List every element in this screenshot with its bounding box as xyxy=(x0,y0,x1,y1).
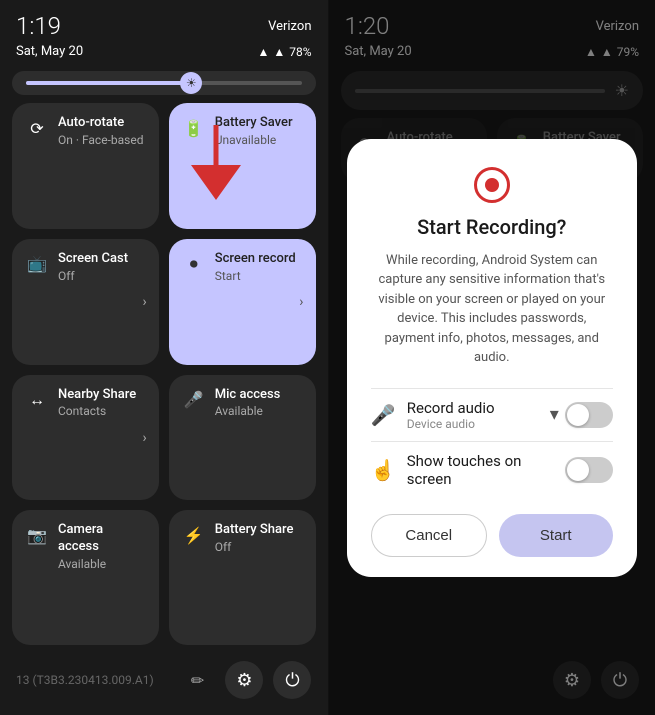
left-bottom-bar: 13 (T3B3.230413.009.A1) ✏ ⚙ ⏻ xyxy=(0,653,328,715)
screen-record-sub: Start xyxy=(215,269,302,283)
record-audio-text: Record audio Device audio xyxy=(407,399,550,431)
screen-record-chevron: › xyxy=(299,294,303,310)
battery-text: 78% xyxy=(289,45,311,59)
screen-cast-chevron: › xyxy=(143,294,147,310)
record-audio-option[interactable]: 🎤 Record audio Device audio ▾ xyxy=(371,388,613,441)
settings-button[interactable]: ⚙ xyxy=(225,661,263,699)
left-status-bar: 1:19 Verizon xyxy=(0,0,328,44)
nearby-share-icon: ↔ xyxy=(26,389,48,411)
build-info: 13 (T3B3.230413.009.A1) xyxy=(16,673,154,687)
battery-saver-title: Battery Saver xyxy=(215,115,302,132)
nearby-share-title: Nearby Share xyxy=(58,387,145,404)
signal-icon: ▲ xyxy=(273,45,285,59)
mic-access-title: Mic access xyxy=(215,387,302,404)
tile-battery-saver-text: Battery Saver Unavailable xyxy=(215,115,302,147)
show-touches-title: Show touches on screen xyxy=(407,452,565,488)
record-audio-sub: Device audio xyxy=(407,417,550,431)
record-audio-dropdown[interactable]: ▾ xyxy=(550,404,559,425)
battery-saver-icon: 🔋 xyxy=(183,117,205,139)
tile-camera-access-text: Camera access Available xyxy=(58,522,145,571)
tile-camera-access[interactable]: 📷 Camera access Available xyxy=(12,510,159,645)
camera-access-icon: 📷 xyxy=(26,524,48,546)
tile-screen-cast[interactable]: 📺 Screen Cast Off › xyxy=(12,239,159,365)
left-time: 1:19 xyxy=(16,12,61,40)
left-date: Sat, May 20 xyxy=(16,44,83,59)
tile-mic-access-text: Mic access Available xyxy=(215,387,302,419)
tile-screen-cast-text: Screen Cast Off xyxy=(58,251,145,283)
tile-auto-rotate[interactable]: ⟳ Auto-rotate On · Face-based xyxy=(12,103,159,229)
screen-cast-title: Screen Cast xyxy=(58,251,145,268)
record-audio-icon: 🎤 xyxy=(371,403,395,427)
record-audio-toggle[interactable] xyxy=(565,402,613,428)
tile-mic-access[interactable]: 🎤 Mic access Available xyxy=(169,375,316,501)
tiles-grid: ⟳ Auto-rotate On · Face-based 🔋 Battery … xyxy=(0,103,328,645)
mic-access-sub: Available xyxy=(215,404,302,418)
edit-icon[interactable]: ✏ xyxy=(191,671,204,690)
show-touches-controls xyxy=(565,457,613,483)
power-button[interactable]: ⏻ xyxy=(273,661,311,699)
screen-cast-sub: Off xyxy=(58,269,145,283)
left-status-icons: ▲ ▲ 78% xyxy=(257,45,311,59)
start-recording-dialog: Start Recording? While recording, Androi… xyxy=(347,139,637,577)
show-touches-icon: ☝ xyxy=(371,458,395,482)
right-panel: 1:20 Verizon Sat, May 20 ▲ ▲ 79% ☀ ⟳ Aut… xyxy=(329,0,655,715)
tile-battery-share[interactable]: ⚡ Battery Share Off xyxy=(169,510,316,645)
brightness-fill xyxy=(26,81,191,85)
show-touches-option[interactable]: ☝ Show touches on screen xyxy=(371,441,613,498)
tile-battery-share-text: Battery Share Off xyxy=(215,522,302,554)
start-button[interactable]: Start xyxy=(499,514,613,557)
nearby-share-sub: Contacts xyxy=(58,404,145,418)
dialog-body: While recording, Android System can capt… xyxy=(371,251,613,368)
left-carrier: Verizon xyxy=(268,19,311,34)
tile-nearby-share[interactable]: ↔ Nearby Share Contacts › xyxy=(12,375,159,501)
tile-screen-record-text: Screen record Start xyxy=(215,251,302,283)
show-touches-text: Show touches on screen xyxy=(407,452,565,488)
left-status-sub: Sat, May 20 ▲ ▲ 78% xyxy=(0,44,328,67)
wifi-icon: ▲ xyxy=(257,45,269,59)
screen-record-title: Screen record xyxy=(215,251,302,268)
dialog-buttons: Cancel Start xyxy=(371,514,613,557)
camera-access-sub: Available xyxy=(58,557,145,571)
dialog-record-icon-wrapper xyxy=(371,167,613,203)
tile-battery-saver[interactable]: 🔋 Battery Saver Unavailable xyxy=(169,103,316,229)
record-audio-title: Record audio xyxy=(407,399,550,417)
left-panel: 1:19 Verizon Sat, May 20 ▲ ▲ 78% ⟳ Auto-… xyxy=(0,0,328,715)
battery-share-sub: Off xyxy=(215,540,302,554)
auto-rotate-title: Auto-rotate xyxy=(58,115,145,132)
battery-share-title: Battery Share xyxy=(215,522,302,539)
cancel-button[interactable]: Cancel xyxy=(371,514,487,557)
tile-screen-record[interactable]: ⏺ Screen record Start › xyxy=(169,239,316,365)
dialog-overlay: Start Recording? While recording, Androi… xyxy=(329,0,655,715)
dialog-title: Start Recording? xyxy=(371,215,613,239)
battery-share-icon: ⚡ xyxy=(183,524,205,546)
battery-saver-sub: Unavailable xyxy=(215,133,302,147)
auto-rotate-sub: On · Face-based xyxy=(58,133,145,147)
nearby-share-chevron: › xyxy=(143,430,147,446)
record-audio-controls: ▾ xyxy=(550,402,613,428)
camera-access-title: Camera access xyxy=(58,522,145,556)
screen-record-icon: ⏺ xyxy=(183,253,205,275)
record-icon xyxy=(474,167,510,203)
tile-nearby-share-text: Nearby Share Contacts xyxy=(58,387,145,419)
brightness-slider[interactable] xyxy=(12,71,316,95)
screen-cast-icon: 📺 xyxy=(26,253,48,275)
show-touches-toggle[interactable] xyxy=(565,457,613,483)
tile-auto-rotate-text: Auto-rotate On · Face-based xyxy=(58,115,145,147)
brightness-thumb xyxy=(180,72,202,94)
brightness-track xyxy=(26,81,302,85)
mic-access-icon: 🎤 xyxy=(183,389,205,411)
auto-rotate-icon: ⟳ xyxy=(26,117,48,139)
